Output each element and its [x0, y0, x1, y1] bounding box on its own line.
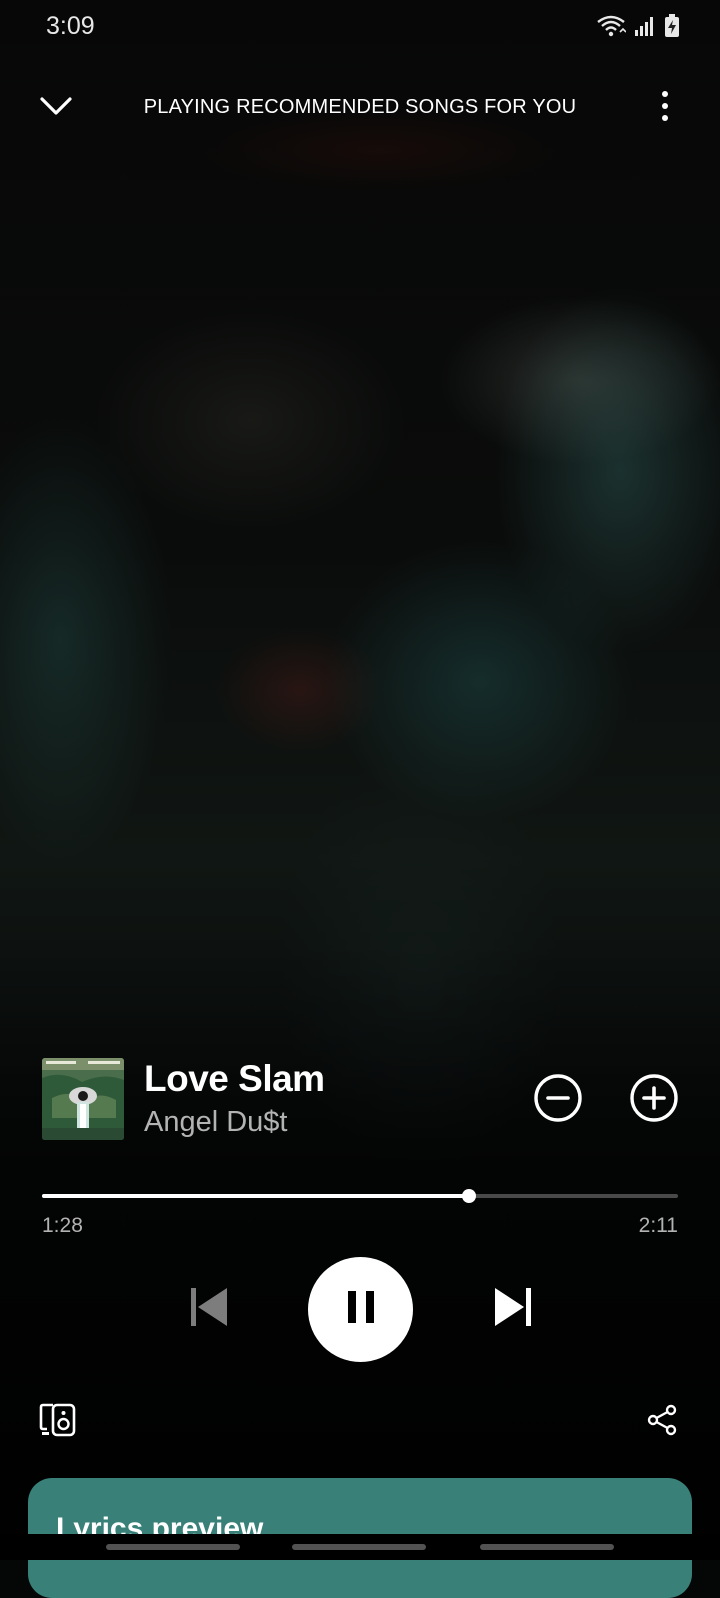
- album-cover[interactable]: [42, 1058, 124, 1140]
- skip-next-icon: [493, 1286, 533, 1333]
- progress-thumb[interactable]: [462, 1189, 477, 1203]
- previous-track-button[interactable]: [186, 1286, 232, 1332]
- pause-icon: [346, 1289, 376, 1330]
- track-title[interactable]: Love Slam: [144, 1058, 325, 1100]
- status-time: 3:09: [46, 12, 95, 40]
- share-button[interactable]: [644, 1404, 680, 1440]
- system-navigation-bar: [0, 1534, 720, 1560]
- player-header: PLAYING RECOMMENDED SONGS FOR YOU: [0, 80, 720, 136]
- skip-previous-icon: [189, 1286, 229, 1333]
- playback-controls: [0, 1256, 720, 1364]
- pause-button[interactable]: [308, 1257, 413, 1362]
- minus-circle-icon: [533, 1073, 583, 1128]
- connect-devices-icon: [39, 1403, 77, 1442]
- share-icon: [647, 1404, 677, 1441]
- progress-fill: [42, 1194, 470, 1198]
- nav-back-handle[interactable]: [480, 1544, 614, 1550]
- connect-devices-button[interactable]: [36, 1402, 80, 1442]
- playback-progress-bar[interactable]: [42, 1186, 678, 1206]
- nav-home-handle[interactable]: [292, 1544, 426, 1550]
- wifi-icon: [596, 14, 627, 43]
- playing-context-title: PLAYING RECOMMENDED SONGS FOR YOU: [143, 96, 577, 118]
- more-options-button[interactable]: [650, 88, 680, 128]
- track-info: Love Slam Angel Du$t: [42, 1058, 680, 1142]
- signal-icon: [634, 15, 656, 42]
- elapsed-time: 1:28: [42, 1214, 83, 1237]
- battery-charging-icon: [664, 14, 680, 43]
- plus-circle-icon: [629, 1073, 679, 1128]
- status-bar: 3:09: [0, 0, 720, 54]
- add-to-library-button[interactable]: [628, 1073, 680, 1128]
- more-vertical-icon: [661, 90, 669, 127]
- nav-recents-handle[interactable]: [106, 1544, 240, 1550]
- status-icons: [596, 14, 680, 43]
- total-time: 2:11: [638, 1214, 678, 1237]
- track-artist[interactable]: Angel Du$t: [144, 1106, 288, 1139]
- dislike-button[interactable]: [532, 1073, 584, 1128]
- bottom-gradient-overlay: [0, 940, 720, 1560]
- next-track-button[interactable]: [490, 1286, 536, 1332]
